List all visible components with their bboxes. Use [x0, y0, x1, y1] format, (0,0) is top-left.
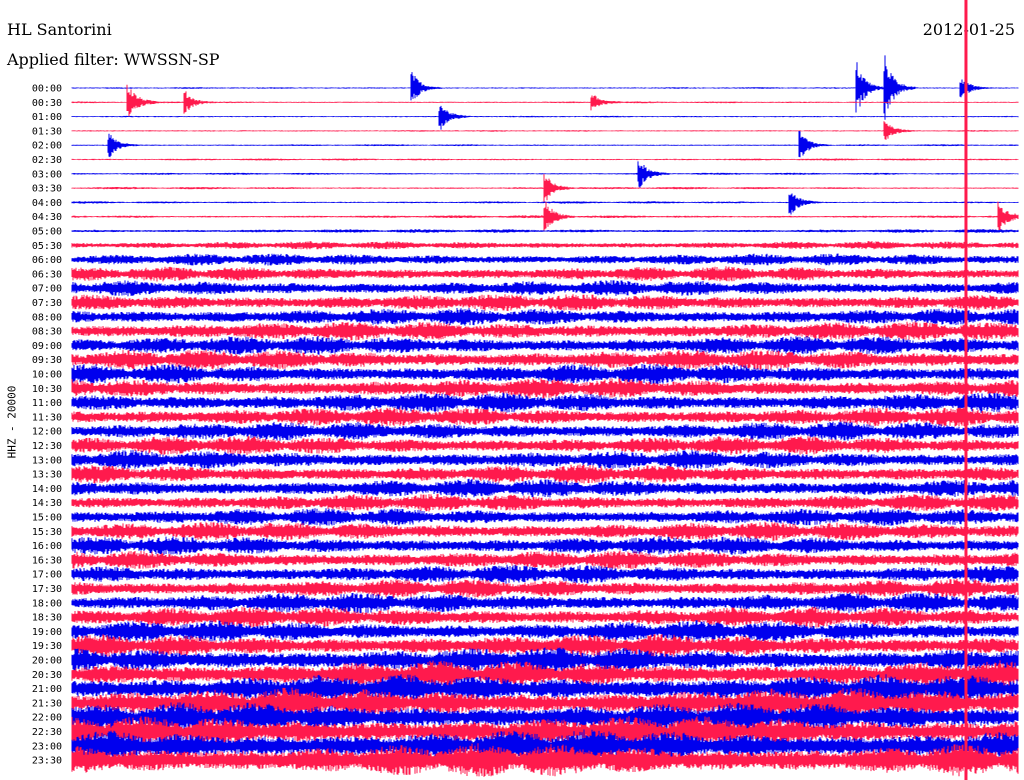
trace-row-0330	[71, 174, 1019, 203]
row-time-label: 11:00	[32, 398, 62, 409]
row-time-label: 19:00	[32, 627, 62, 638]
trace-row-0130	[71, 121, 1019, 140]
trace-row-1730	[71, 578, 1019, 598]
row-time-label: 18:00	[32, 598, 62, 609]
trace-row-1700	[71, 564, 1019, 584]
row-time-label: 06:30	[32, 269, 62, 280]
trace-row-0030	[71, 84, 1019, 117]
row-time-label: 22:00	[32, 713, 62, 724]
row-time-label: 18:30	[32, 613, 62, 624]
trace-row-0100	[71, 105, 1019, 130]
trace-row-1130	[71, 407, 1019, 427]
trace-row-1030	[71, 378, 1019, 399]
row-time-label: 03:00	[32, 169, 62, 180]
row-time-label: 12:00	[32, 427, 62, 438]
trace-row-0000	[71, 55, 1019, 120]
row-time-label: 21:30	[32, 698, 62, 709]
helicorder-plot: 00:00 00:30 01:00 01:30 02:00 02:30 03:00 03:30…	[32, 0, 1019, 780]
trace-row-0530	[71, 241, 1019, 250]
row-time-label: 12:30	[32, 441, 62, 452]
row-time-label: 19:30	[32, 641, 62, 652]
row-time-label: 06:00	[32, 255, 62, 266]
row-time-label: 20:30	[32, 670, 62, 681]
row-time-label: 04:00	[32, 198, 62, 209]
row-time-label: 21:00	[32, 684, 62, 695]
row-time-label: 16:30	[32, 555, 62, 566]
trace-row-0430	[71, 201, 1019, 232]
row-time-label: 02:00	[32, 141, 62, 152]
trace-row-1400	[71, 478, 1019, 498]
row-time-label: 15:30	[32, 527, 62, 538]
row-time-label: 00:00	[32, 84, 62, 95]
trace-row-0800	[71, 308, 1019, 326]
trace-row-0200	[71, 131, 1019, 158]
row-time-label: 22:30	[32, 727, 62, 738]
trace-row-0900	[71, 336, 1019, 355]
row-time-label: 01:00	[32, 112, 62, 123]
row-time-label: 23:30	[32, 756, 62, 767]
trace-row-1100	[71, 392, 1019, 413]
row-time-label: 13:30	[32, 470, 62, 481]
row-time-label: 00:30	[32, 98, 62, 109]
trace-row-0500	[71, 229, 1019, 233]
row-time-label: 08:00	[32, 312, 62, 323]
row-time-label: 07:30	[32, 298, 62, 309]
trace-row-0630	[71, 266, 1019, 282]
trace-row-0830	[71, 321, 1019, 341]
row-time-label: 05:00	[32, 227, 62, 238]
row-time-label: 07:00	[32, 284, 62, 295]
row-time-label: 09:30	[32, 355, 62, 366]
row-time-label: 03:30	[32, 184, 62, 195]
row-time-label: 16:00	[32, 541, 62, 552]
row-time-label: 23:00	[32, 741, 62, 752]
row-time-label: 04:30	[32, 212, 62, 223]
trace-row-1600	[71, 536, 1019, 555]
trace-row-0700	[71, 280, 1019, 297]
row-time-label: 17:00	[32, 570, 62, 581]
row-time-label: 14:30	[32, 498, 62, 509]
row-time-label: 20:00	[32, 656, 62, 667]
row-time-label: 01:30	[32, 126, 62, 137]
row-time-label: 14:00	[32, 484, 62, 495]
row-time-label: 13:00	[32, 455, 62, 466]
trace-row-1630	[71, 550, 1019, 570]
trace-row-1830	[71, 606, 1019, 628]
trace-row-0930	[71, 349, 1019, 371]
trace-row-0730	[71, 294, 1019, 311]
trace-row-1300	[71, 450, 1019, 470]
row-time-label: 17:30	[32, 584, 62, 595]
row-time-label: 10:00	[32, 370, 62, 381]
trace-row-0230	[71, 158, 1019, 161]
row-time-label: 02:30	[32, 155, 62, 166]
row-time-label: 09:00	[32, 341, 62, 352]
row-time-label: 05:30	[32, 241, 62, 252]
row-time-label: 11:30	[32, 412, 62, 423]
row-time-label: 08:30	[32, 327, 62, 338]
trace-row-1530	[71, 521, 1019, 541]
row-time-label: 15:00	[32, 513, 62, 524]
trace-row-0600	[71, 253, 1019, 266]
row-time-label: 10:30	[32, 384, 62, 395]
